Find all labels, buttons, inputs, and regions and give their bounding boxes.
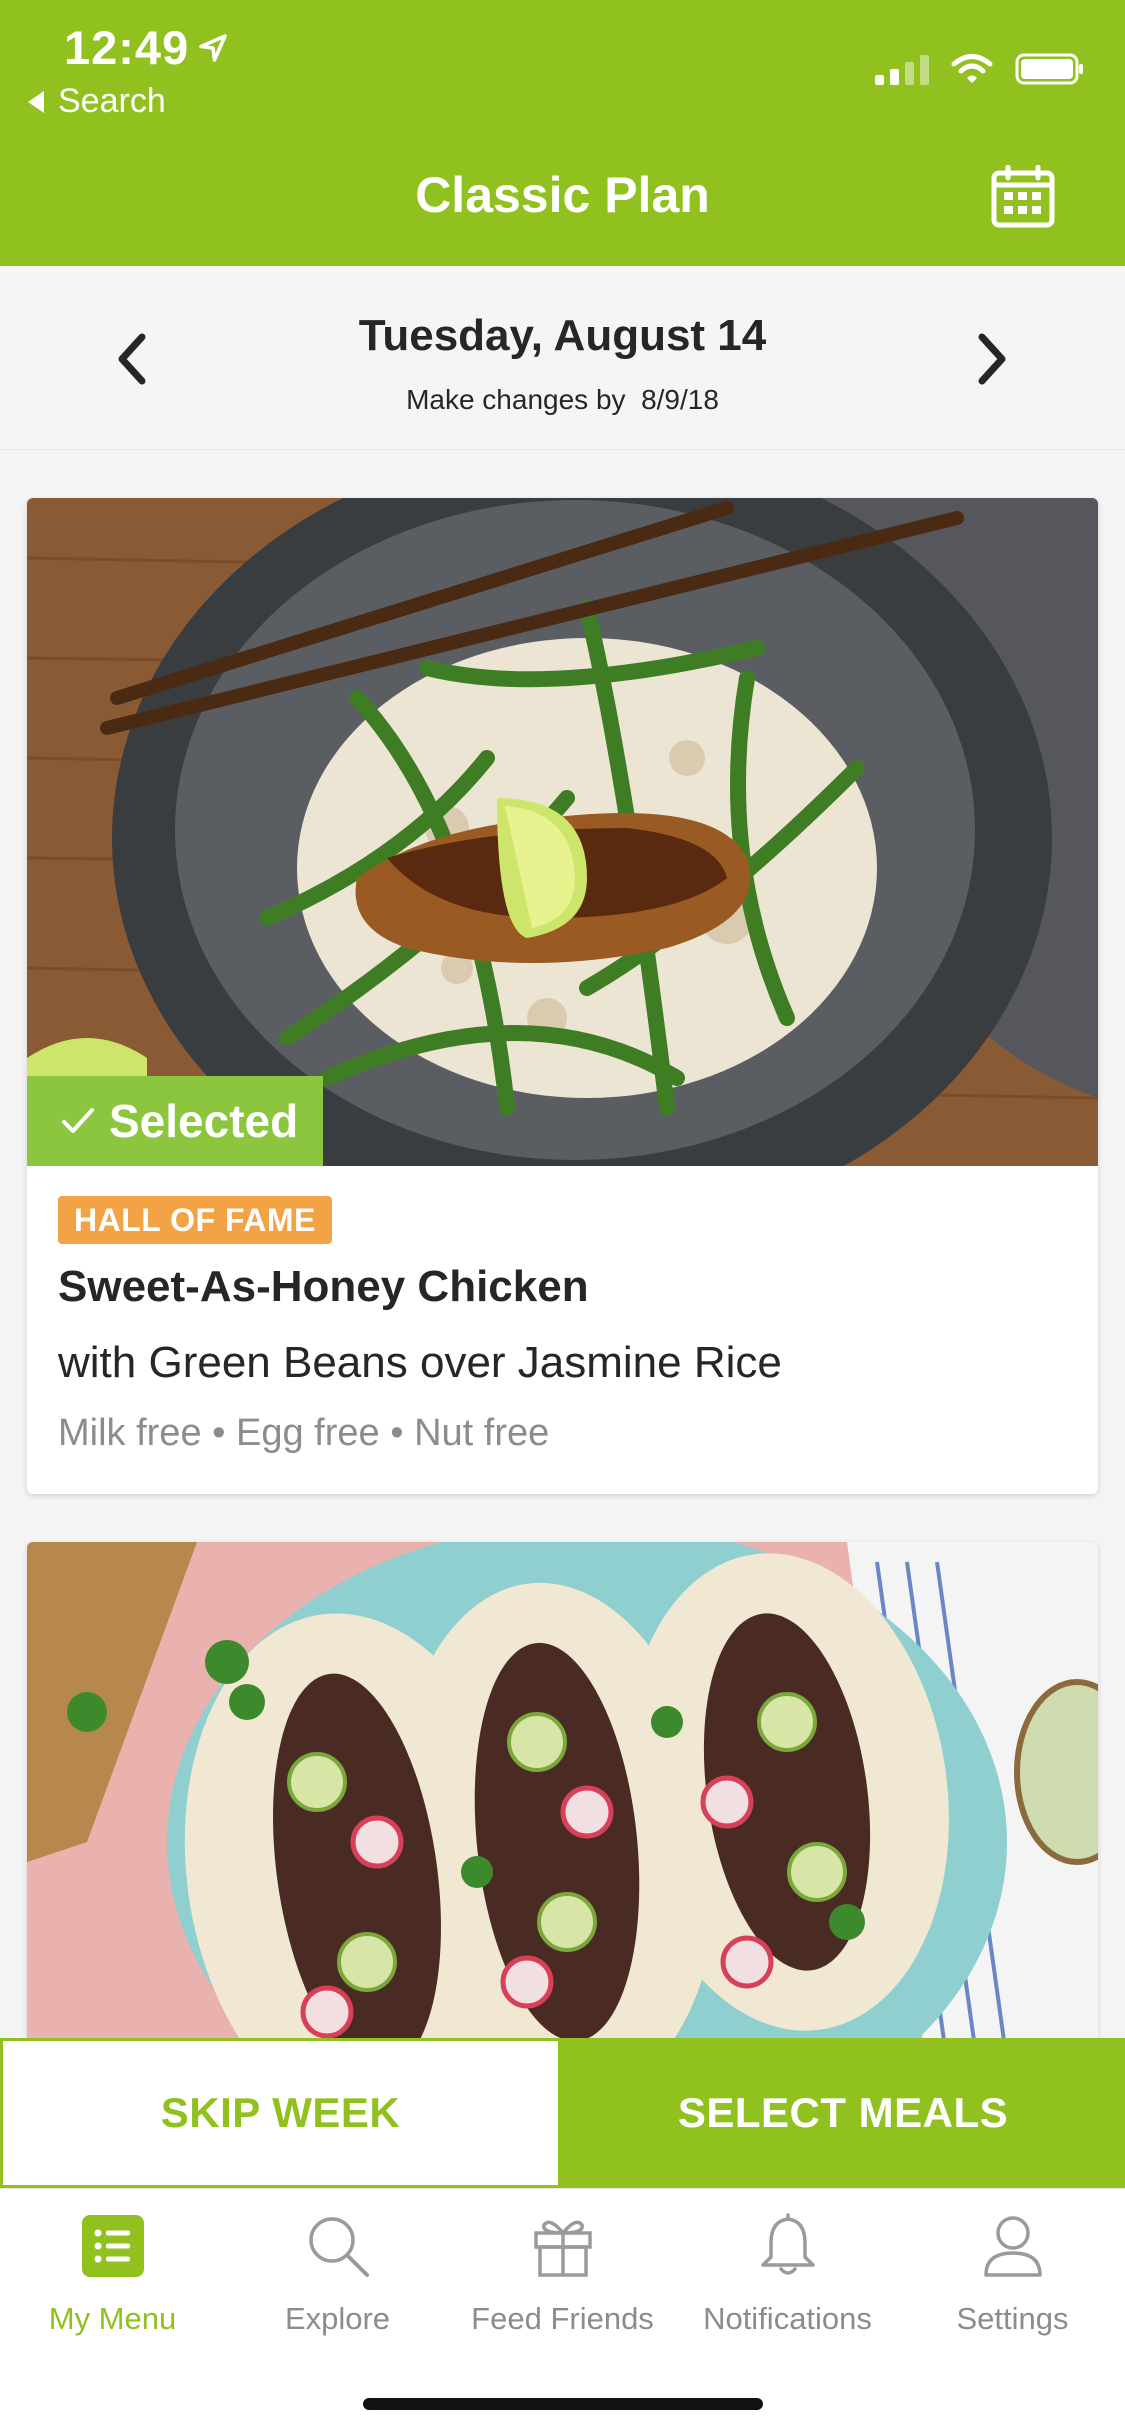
person-icon (978, 2211, 1048, 2281)
tab-explore[interactable]: Explore (225, 2211, 450, 2341)
recipe-name: Sweet-As-Honey Chicken (58, 1262, 589, 1311)
recipe-dietary-tags: Milk free • Egg free • Nut free (58, 1412, 550, 1454)
menu-list-icon (78, 2211, 148, 2281)
status-indicators (875, 52, 1085, 86)
cellular-signal-icon (875, 53, 929, 85)
tab-notifications[interactable]: Notifications (675, 2211, 900, 2341)
tab-settings[interactable]: Settings (900, 2211, 1125, 2341)
tab-label: Feed Friends (471, 2301, 654, 2336)
app-header: 12:49 Search Classic Plan (0, 0, 1125, 266)
select-meals-button[interactable]: SELECT MEALS (561, 2038, 1125, 2188)
recipe-details: HALL OF FAME Sweet-As-Honey Chicken with… (27, 1166, 1098, 1494)
recipe-photo (27, 1542, 1098, 2062)
tab-label: My Menu (48, 2301, 177, 2336)
tab-label: Settings (956, 2301, 1069, 2336)
tab-feed-friends[interactable]: Feed Friends (450, 2211, 675, 2341)
checkmark-icon (62, 1108, 94, 1133)
plan-action-bar: SKIP WEEK SELECT MEALS (0, 2038, 1125, 2188)
selected-badge: Selected (27, 1076, 323, 1166)
back-link-label: Search (58, 82, 166, 120)
status-time: 12:49 (64, 21, 190, 74)
home-indicator[interactable] (363, 2398, 763, 2410)
hall-of-fame-tag: HALL OF FAME (58, 1196, 332, 1244)
wifi-icon (951, 54, 993, 83)
change-deadline: Make changes by 8/9/18 (406, 384, 719, 415)
next-week-button[interactable] (962, 322, 1022, 396)
calendar-icon[interactable] (990, 165, 1056, 229)
selected-label: Selected (109, 1095, 299, 1147)
recipe-card[interactable]: Selected HALL OF FAME Sweet-As-Honey Chi… (27, 498, 1098, 1494)
tab-my-menu[interactable]: My Menu (0, 2211, 225, 2341)
back-to-search-link[interactable]: Search (28, 82, 166, 121)
page-title: Classic Plan (415, 167, 710, 223)
search-icon (303, 2211, 373, 2281)
tab-label: Notifications (703, 2301, 872, 2336)
recipe-photo (27, 498, 1098, 1166)
recipe-card[interactable] (27, 1542, 1098, 2062)
battery-icon (1015, 53, 1083, 85)
gift-icon (528, 2211, 598, 2281)
delivery-date: Tuesday, August 14 (358, 311, 767, 360)
chevron-right-icon (978, 333, 1006, 385)
skip-week-button[interactable]: SKIP WEEK (0, 2038, 561, 2188)
bell-icon (753, 2211, 823, 2281)
tab-label: Explore (284, 2301, 391, 2336)
recipe-subtitle: with Green Beans over Jasmine Rice (58, 1338, 782, 1387)
location-arrow-icon (199, 34, 227, 62)
week-date-selector: Tuesday, August 14 Make changes by 8/9/1… (0, 266, 1125, 450)
back-arrow-icon (28, 90, 44, 113)
